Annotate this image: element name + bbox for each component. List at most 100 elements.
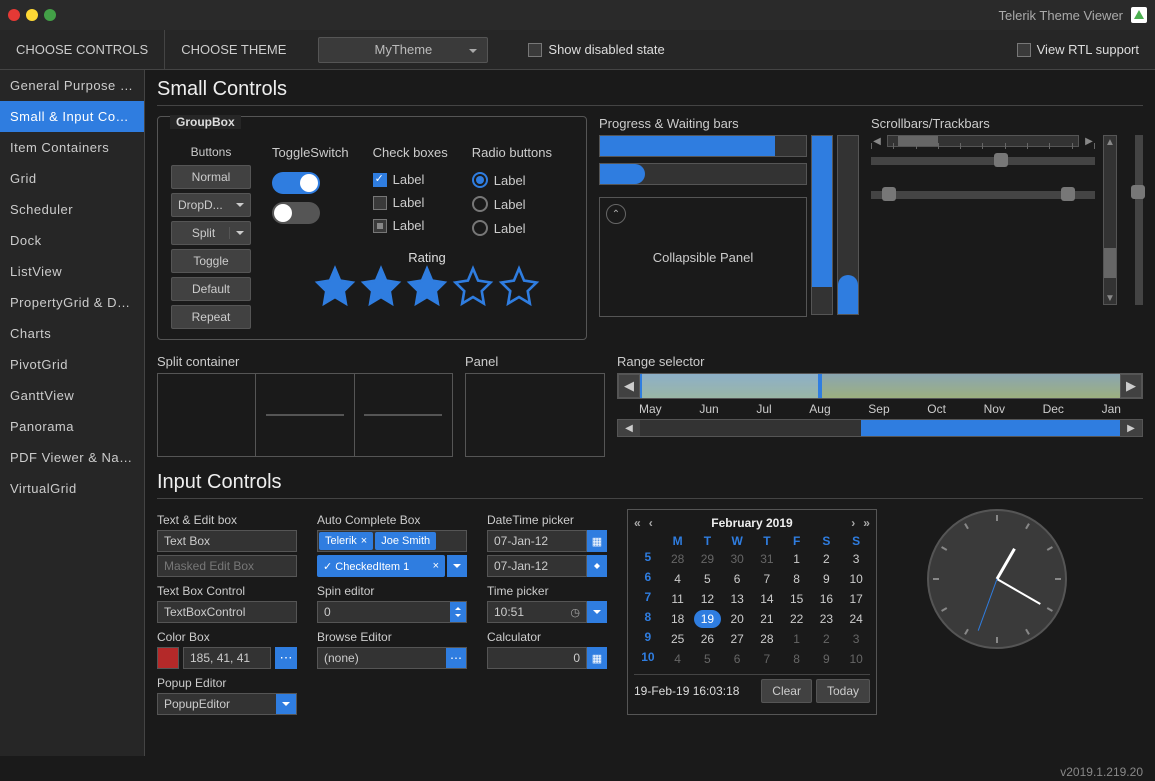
sidebar-item[interactable]: Charts <box>0 318 144 349</box>
calendar-day[interactable]: 29 <box>694 550 722 568</box>
theme-dropdown[interactable]: MyTheme <box>318 37 488 63</box>
calendar-next-button[interactable]: › <box>851 516 855 530</box>
datetime-input[interactable]: 07-Jan-12 <box>487 530 587 552</box>
rating-star[interactable] <box>498 265 540 307</box>
calendar-day[interactable]: 15 <box>783 590 811 608</box>
calendar-prev-button[interactable]: ‹ <box>649 516 653 530</box>
slider-vertical[interactable] <box>1135 135 1143 305</box>
spin-down-icon[interactable] <box>594 566 600 572</box>
sidebar-item[interactable]: PropertyGrid & Dat... <box>0 287 144 318</box>
calendar-day[interactable]: 30 <box>723 550 751 568</box>
calendar-month-label[interactable]: February 2019 <box>711 516 792 530</box>
sidebar-item[interactable]: Item Containers <box>0 132 144 163</box>
calendar-day[interactable]: 25 <box>664 630 692 648</box>
calendar-day[interactable]: 1 <box>783 630 811 648</box>
checkbox-checked[interactable]: Label <box>373 172 448 187</box>
calendar-day[interactable]: 10 <box>842 570 870 588</box>
radio-option[interactable]: Label <box>472 220 552 236</box>
calendar-clear-button[interactable]: Clear <box>761 679 812 703</box>
dropdown-button[interactable]: DropD... <box>171 193 251 217</box>
autocomplete-input[interactable]: Telerik× Joe Smith <box>317 530 467 552</box>
calendar-day[interactable]: 1 <box>783 550 811 568</box>
text-box-input[interactable]: Text Box <box>157 530 297 552</box>
sidebar-item[interactable]: Dock <box>0 225 144 256</box>
color-value-input[interactable]: 185, 41, 41 <box>183 647 271 669</box>
sidebar-item[interactable]: Small & Input Contr... <box>0 101 144 132</box>
sidebar-item[interactable]: GanttView <box>0 380 144 411</box>
slider-handle[interactable] <box>994 153 1008 167</box>
calendar-day[interactable]: 12 <box>694 590 722 608</box>
sidebar-item[interactable]: PDF Viewer & Navig... <box>0 442 144 473</box>
sidebar-item[interactable]: General Purpose C... <box>0 70 144 101</box>
collapse-toggle-icon[interactable]: ⌃ <box>606 204 626 224</box>
split-button[interactable]: Split <box>171 221 251 245</box>
checked-dropdown-button[interactable] <box>447 555 467 577</box>
scrollbar-vertical[interactable]: ▲ ▼ <box>1103 135 1117 305</box>
calendar-day[interactable]: 2 <box>813 550 841 568</box>
rating-star[interactable] <box>360 265 402 307</box>
normal-button[interactable]: Normal <box>171 165 251 189</box>
range-prev-button[interactable]: ◀ <box>618 374 640 398</box>
rating-star[interactable] <box>452 265 494 307</box>
time-dropdown-button[interactable] <box>587 601 607 623</box>
datetime-spinner[interactable] <box>587 555 607 577</box>
calendar-day[interactable]: 7 <box>753 650 781 668</box>
calendar-day[interactable]: 8 <box>783 650 811 668</box>
calendar-day[interactable]: 14 <box>753 590 781 608</box>
calendar-day[interactable]: 7 <box>753 570 781 588</box>
range-scroll-right-icon[interactable]: ▶ <box>1120 420 1142 436</box>
minimize-window-button[interactable] <box>26 9 38 21</box>
scroll-up-icon[interactable]: ▲ <box>1104 136 1116 148</box>
calendar-day[interactable]: 19 <box>694 610 722 628</box>
spin-down-icon[interactable] <box>450 612 466 622</box>
calendar-fast-prev-button[interactable]: « <box>634 516 641 530</box>
sidebar-item[interactable]: VirtualGrid <box>0 473 144 504</box>
tag-remove-icon[interactable]: × <box>433 560 439 572</box>
calendar-day[interactable]: 9 <box>813 650 841 668</box>
calendar-day[interactable]: 5 <box>694 650 722 668</box>
default-button[interactable]: Default <box>171 277 251 301</box>
calendar-day[interactable]: 4 <box>664 570 692 588</box>
calendar-day[interactable]: 31 <box>753 550 781 568</box>
calendar-day[interactable]: 22 <box>783 610 811 628</box>
masked-edit-input[interactable]: Masked Edit Box <box>157 555 297 577</box>
checkbox-indeterminate[interactable]: Label <box>373 218 448 233</box>
calendar-day[interactable]: 10 <box>842 650 870 668</box>
calendar-day[interactable]: 27 <box>723 630 751 648</box>
slider-handle-start[interactable] <box>882 187 896 201</box>
range-scrollbar[interactable]: ◀ ▶ <box>617 419 1143 437</box>
time-input[interactable]: 10:51◷ <box>487 601 587 623</box>
popup-editor-input[interactable]: PopupEditor <box>157 693 297 715</box>
rating-star[interactable] <box>314 265 356 307</box>
close-window-button[interactable] <box>8 9 20 21</box>
calculator-icon[interactable]: ▦ <box>587 647 607 669</box>
calendar-day[interactable]: 3 <box>842 630 870 648</box>
calendar-day[interactable]: 17 <box>842 590 870 608</box>
calendar-day[interactable]: 28 <box>664 550 692 568</box>
sidebar-item[interactable]: Panorama <box>0 411 144 442</box>
range-next-button[interactable]: ▶ <box>1120 374 1142 398</box>
calendar-day[interactable]: 18 <box>664 610 692 628</box>
calendar-day[interactable]: 16 <box>813 590 841 608</box>
maximize-window-button[interactable] <box>44 9 56 21</box>
radio-option[interactable]: Label <box>472 196 552 212</box>
calendar-day[interactable]: 28 <box>753 630 781 648</box>
calendar-day[interactable]: 24 <box>842 610 870 628</box>
calendar-day[interactable]: 6 <box>723 570 751 588</box>
browse-editor-input[interactable]: (none) <box>317 647 467 669</box>
sidebar-item[interactable]: Grid <box>0 163 144 194</box>
color-picker-button[interactable]: ⋯ <box>275 647 297 669</box>
radio-selected[interactable]: Label <box>472 172 552 188</box>
toggle-switch-on[interactable] <box>272 172 320 194</box>
scroll-down-icon[interactable]: ▼ <box>1104 292 1116 304</box>
checkbox-unchecked[interactable]: Label <box>373 195 448 210</box>
calendar-day[interactable]: 21 <box>753 610 781 628</box>
calendar-day[interactable]: 4 <box>664 650 692 668</box>
calendar-day[interactable]: 5 <box>694 570 722 588</box>
calendar-day[interactable]: 26 <box>694 630 722 648</box>
range-scroll-left-icon[interactable]: ◀ <box>618 420 640 436</box>
calendar-day[interactable]: 23 <box>813 610 841 628</box>
view-rtl-checkbox[interactable]: View RTL support <box>1017 42 1139 57</box>
calendar-day[interactable]: 6 <box>723 650 751 668</box>
calendar-today-button[interactable]: Today <box>816 679 870 703</box>
